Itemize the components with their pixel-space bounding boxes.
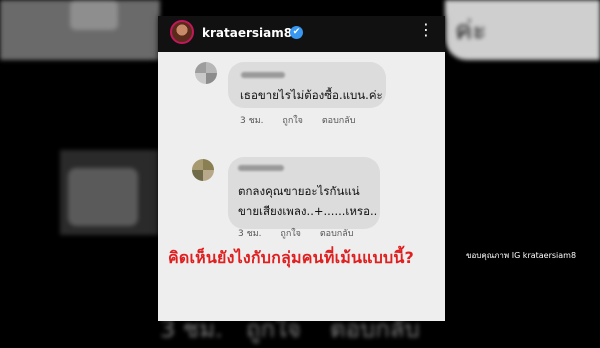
verified-badge-icon: ✔ — [290, 26, 303, 39]
instagram-comment-card: krataersiam8 ✔ ⋮ เธอขายไรไม่ต้องซื้อ.แบน… — [158, 16, 445, 321]
more-options-icon[interactable]: ⋮ — [418, 22, 434, 38]
profile-avatar[interactable] — [170, 20, 194, 44]
image-credit: ขอบคุณภาพ IG krataersiam8 — [466, 251, 577, 260]
background-blur-right-top: ค่ะ — [445, 0, 600, 60]
comment-meta: 3 ชม. ถูกใจ ตอบกลับ — [238, 226, 369, 240]
blurred-commenter-name — [238, 165, 284, 171]
reply-button[interactable]: ตอบกลับ — [320, 226, 354, 240]
comment-time: 3 ชม. — [238, 229, 262, 239]
comment-bubble: ตกลงคุณขายอะไรกันแน่ ขายเสียงเพลง..+....… — [228, 157, 380, 229]
comment-text-line2: ขายเสียงเพลง..+......เหรอ.. — [238, 204, 378, 218]
reply-button[interactable]: ตอบกลับ — [322, 113, 356, 127]
comment-meta: 3 ชม. ถูกใจ ตอบกลับ — [240, 113, 371, 127]
comment-text-line1: ตกลงคุณขายอะไรกันแน่ — [238, 184, 360, 198]
username[interactable]: krataersiam8 — [202, 26, 292, 40]
like-button[interactable]: ถูกใจ — [280, 226, 301, 240]
comment-bubble: เธอขายไรไม่ต้องซื้อ.แบน.ค่ะ — [228, 62, 386, 108]
overlay-question-text: คิดเห็นยังไงกับกลุ่มคนที่เม้นแบบนี้? — [168, 248, 414, 267]
post-header: krataersiam8 ✔ ⋮ — [158, 16, 445, 52]
comment-text: เธอขายไรไม่ต้องซื้อ.แบน.ค่ะ — [240, 88, 383, 102]
background-blur-left-mid — [60, 150, 160, 235]
like-button[interactable]: ถูกใจ — [282, 113, 303, 127]
comment-time: 3 ชม. — [240, 116, 264, 126]
background-blur-left-top — [0, 0, 160, 60]
commenter-avatar[interactable] — [195, 62, 217, 84]
blurred-commenter-name — [241, 72, 285, 78]
commenter-avatar[interactable] — [192, 159, 214, 181]
background-text: ค่ะ — [455, 16, 487, 46]
